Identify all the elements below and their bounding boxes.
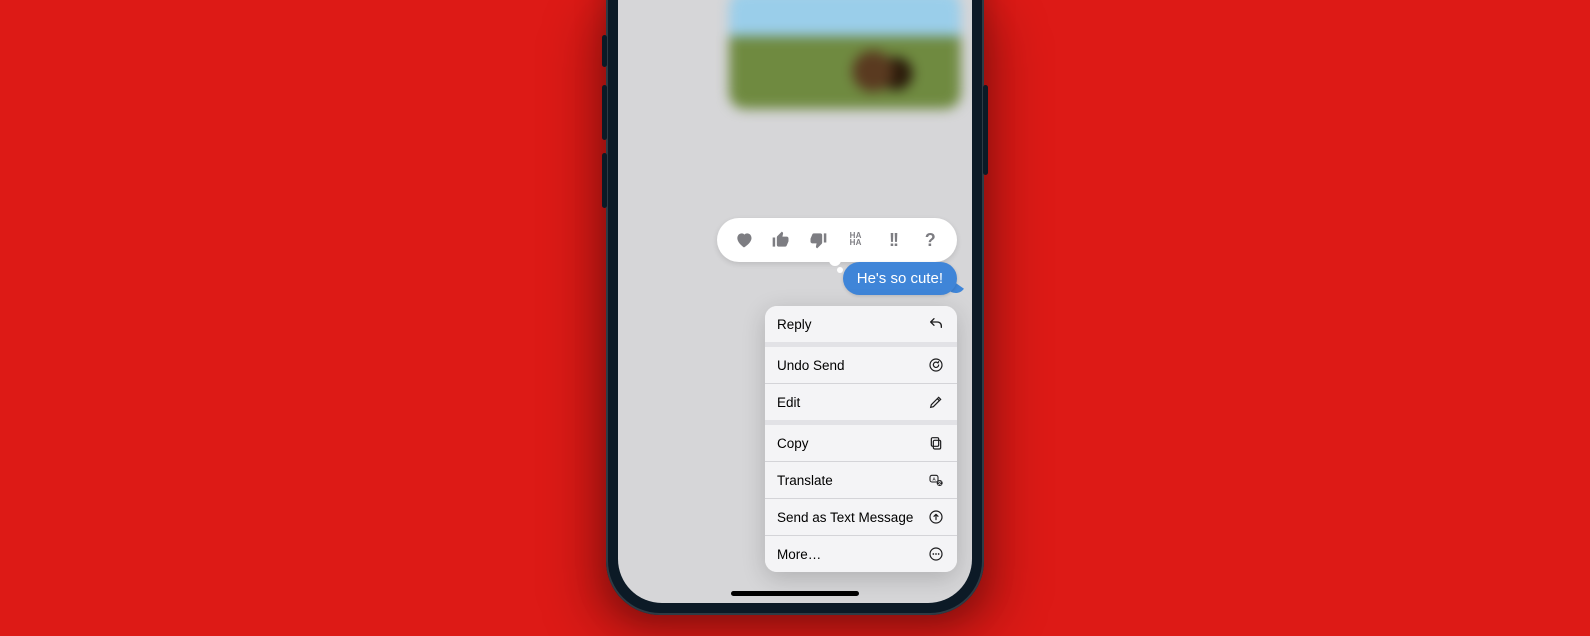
tapback-bar: HA HA !! ?	[717, 218, 957, 262]
menu-label: Translate	[777, 473, 833, 488]
menu-label: Edit	[777, 395, 800, 410]
menu-label: Send as Text Message	[777, 510, 913, 525]
menu-label: More…	[777, 547, 821, 562]
tapback-question[interactable]: ?	[918, 228, 942, 252]
tapback-heart[interactable]	[732, 228, 756, 252]
menu-item-edit[interactable]: Edit	[765, 383, 957, 420]
tapback-exclaim[interactable]: !!	[881, 228, 905, 252]
menu-item-send-as-text[interactable]: Send as Text Message	[765, 498, 957, 535]
menu-item-reply[interactable]: Reply	[765, 306, 957, 342]
phone-mute-switch	[602, 35, 607, 67]
translate-icon: A文	[927, 471, 945, 489]
blurred-photo-stack	[729, 0, 961, 115]
thumbs-up-icon	[771, 230, 791, 250]
tapback-thumbs-down[interactable]	[806, 228, 830, 252]
phone-frame: HA HA !! ? He's so cute!	[606, 0, 984, 615]
tapback-thumbs-up[interactable]	[769, 228, 793, 252]
menu-label: Copy	[777, 436, 809, 451]
home-indicator[interactable]	[731, 591, 859, 596]
exclaim-icon: !!	[889, 230, 897, 251]
message-context-menu: Reply Undo Send Edit	[765, 306, 957, 572]
thumbs-down-icon	[808, 230, 828, 250]
menu-item-more[interactable]: More…	[765, 535, 957, 572]
menu-label: Reply	[777, 317, 812, 332]
phone-volume-up	[602, 85, 607, 140]
phone-volume-down	[602, 153, 607, 208]
menu-item-copy[interactable]: Copy	[765, 420, 957, 461]
phone-power-button	[983, 85, 988, 175]
screen: HA HA !! ? He's so cute!	[618, 0, 972, 603]
tapback-haha[interactable]: HA HA	[844, 228, 868, 252]
blurred-photo	[729, 0, 961, 109]
copy-icon	[927, 434, 945, 452]
reply-arrow-icon	[927, 315, 945, 333]
svg-text:A: A	[932, 477, 936, 482]
haha-icon: HA HA	[850, 233, 862, 247]
heart-icon	[734, 230, 754, 250]
sent-message-bubble[interactable]: He's so cute!	[843, 262, 957, 295]
menu-item-translate[interactable]: Translate A文	[765, 461, 957, 498]
arrow-up-circle-icon	[927, 508, 945, 526]
question-icon: ?	[925, 230, 936, 251]
message-text: He's so cute!	[857, 270, 943, 287]
menu-item-undo-send[interactable]: Undo Send	[765, 342, 957, 383]
pencil-icon	[927, 393, 945, 411]
ellipsis-circle-icon	[927, 545, 945, 563]
undo-circle-icon	[927, 356, 945, 374]
menu-label: Undo Send	[777, 358, 845, 373]
